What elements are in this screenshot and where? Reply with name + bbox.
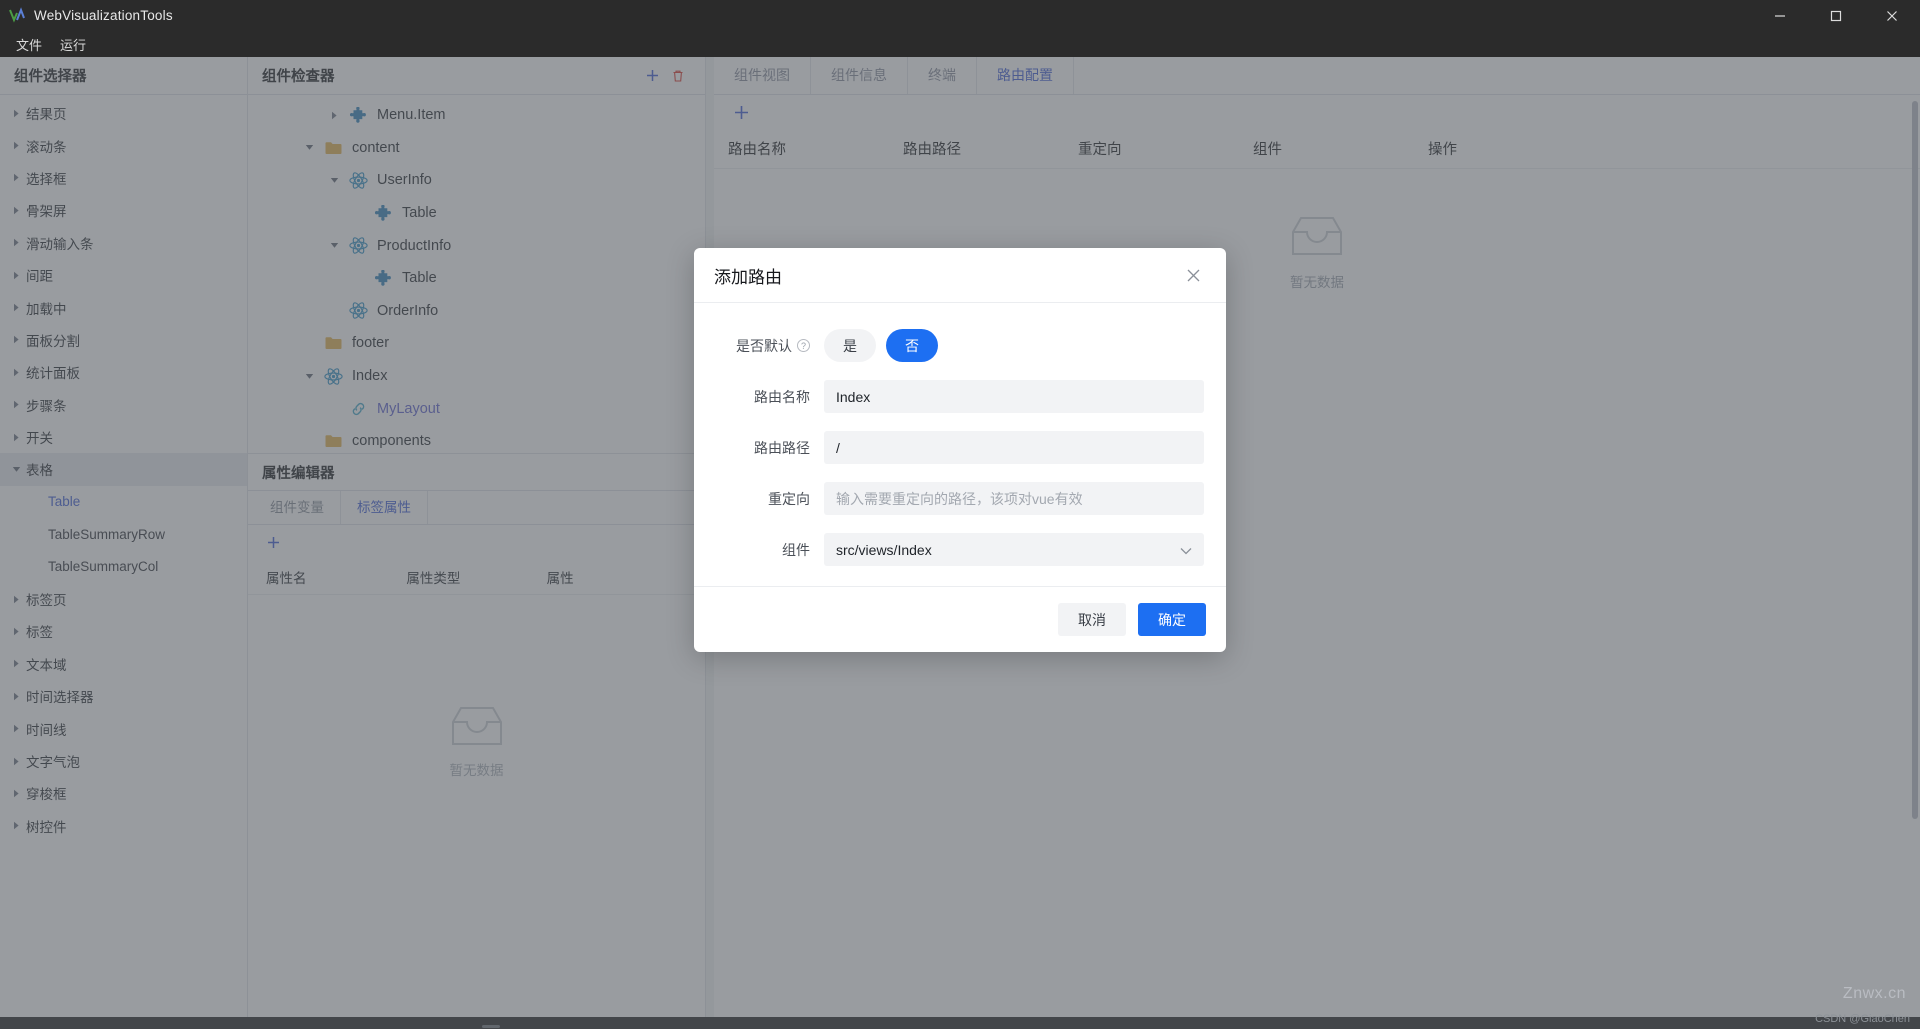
question-icon[interactable]: ? xyxy=(797,339,810,352)
maximize-button[interactable] xyxy=(1808,0,1864,31)
route-path-label: 路由路径 xyxy=(754,439,810,456)
menu-item-file[interactable]: 文件 xyxy=(8,32,50,57)
workspace: 组件选择器 结果页滚动条选择框骨架屏滑动输入条间距加载中面板分割统计面板步骤条开… xyxy=(0,57,1920,1029)
redirect-input[interactable] xyxy=(824,482,1204,515)
watermark-secondary: CSDN @GiaoChen xyxy=(1815,1013,1910,1025)
dialog-header: 添加路由 xyxy=(694,248,1226,303)
field-route-name: 路由名称 xyxy=(716,380,1204,413)
minimize-button[interactable] xyxy=(1752,0,1808,31)
is-default-toggle: 是 否 xyxy=(824,329,938,362)
is-default-no-button[interactable]: 否 xyxy=(886,329,938,362)
field-route-path: 路由路径 xyxy=(716,431,1204,464)
add-route-dialog: 添加路由 是否默认 ? 是 否 路由名称 Index 路由路径 / 重定向 输入… xyxy=(694,248,1226,652)
redirect-label: 重定向 xyxy=(768,490,810,507)
menu-item-run[interactable]: 运行 xyxy=(52,32,94,57)
watermark-primary: Znwx.cn xyxy=(1842,985,1906,1002)
field-component: 组件 src/views/Index xyxy=(716,533,1204,566)
dialog-footer: 取消 确定 xyxy=(694,586,1226,652)
route-path-input[interactable] xyxy=(824,431,1204,464)
confirm-button[interactable]: 确定 xyxy=(1138,603,1206,636)
chevron-down-icon xyxy=(1180,542,1192,558)
route-name-label: 路由名称 xyxy=(754,388,810,405)
dialog-title: 添加路由 xyxy=(714,267,782,287)
field-is-default: 是否默认 ? 是 否 xyxy=(716,329,1204,362)
close-icon[interactable] xyxy=(1180,262,1206,288)
window-controls xyxy=(1752,0,1920,31)
app-logo-icon xyxy=(0,6,34,25)
component-label: 组件 xyxy=(782,541,810,558)
dialog-body: 是否默认 ? 是 否 路由名称 路由路径 xyxy=(694,303,1226,586)
menu-bar: 文件 运行 xyxy=(0,31,1920,57)
application-window: WebVisualizationTools 文件 运行 组件选择器 结果页滚动条… xyxy=(0,0,1920,1029)
title-bar: WebVisualizationTools xyxy=(0,0,1920,31)
field-redirect: 重定向 xyxy=(716,482,1204,515)
cancel-button[interactable]: 取消 xyxy=(1058,603,1126,636)
app-title: WebVisualizationTools xyxy=(34,8,173,23)
component-select-value: src/views/Index xyxy=(836,541,932,558)
component-select[interactable]: src/views/Index xyxy=(824,533,1204,566)
is-default-yes-button[interactable]: 是 xyxy=(824,329,876,362)
route-name-input[interactable] xyxy=(824,380,1204,413)
is-default-label-text: 是否默认 xyxy=(736,337,792,354)
is-default-label: 是否默认 ? xyxy=(716,336,824,356)
close-button[interactable] xyxy=(1864,0,1920,31)
modal-overlay[interactable]: 添加路由 是否默认 ? 是 否 路由名称 Index 路由路径 / 重定向 输入… xyxy=(0,57,1920,1029)
